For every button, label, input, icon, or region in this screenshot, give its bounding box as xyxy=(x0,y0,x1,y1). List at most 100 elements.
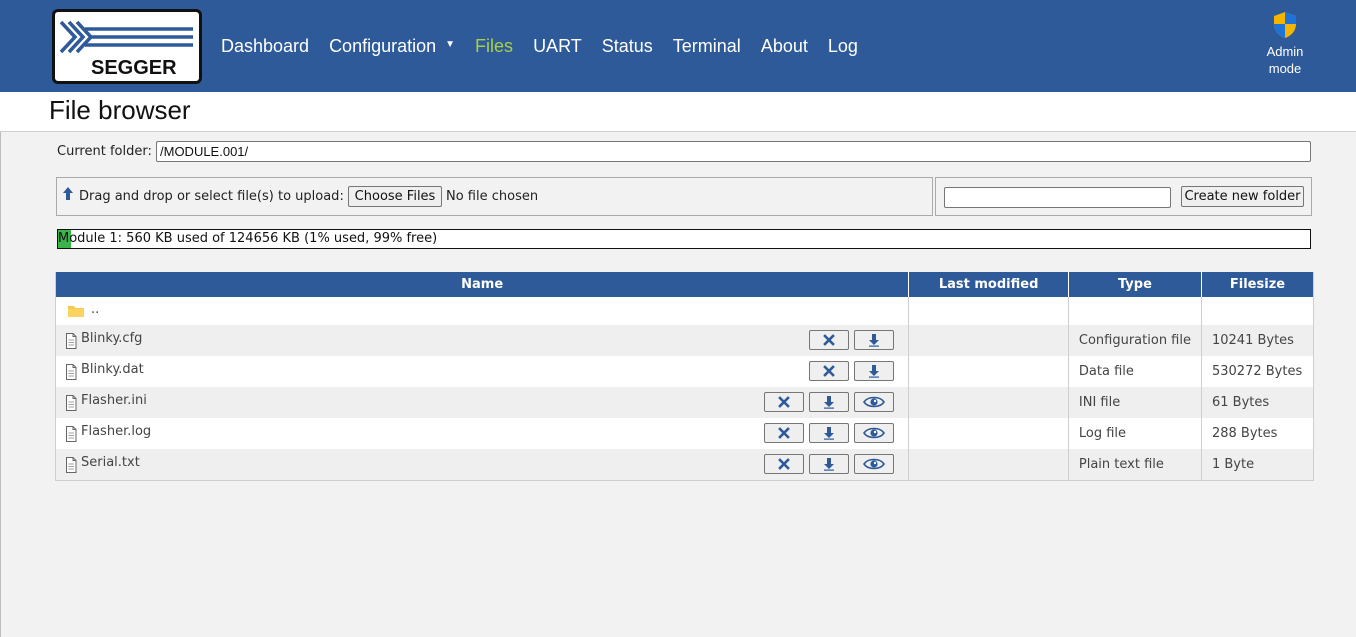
admin-mode-indicator[interactable]: Admin mode xyxy=(1258,11,1312,77)
cell-size: 10241 Bytes xyxy=(1200,325,1314,356)
admin-label-line2: mode xyxy=(1268,61,1302,76)
main-nav: Dashboard Configuration ▼ Files UART Stat… xyxy=(211,33,868,59)
cell-size: 61 Bytes xyxy=(1200,387,1314,418)
cell-modified xyxy=(908,418,1069,449)
cell-size: 288 Bytes xyxy=(1200,418,1314,449)
file-row[interactable]: Flasher.ini INI file 61 Bytes xyxy=(55,387,1314,418)
delete-x-icon xyxy=(778,396,791,408)
column-header-last-modified[interactable]: Last modified xyxy=(908,272,1069,297)
download-button[interactable] xyxy=(854,330,895,350)
file-icon xyxy=(65,395,77,415)
cell-type: Plain text file xyxy=(1067,449,1202,481)
view-button[interactable] xyxy=(854,392,895,412)
cell-type: Data file xyxy=(1067,356,1202,387)
logo-text: SEGGER xyxy=(91,57,177,79)
file-actions xyxy=(759,392,895,412)
current-folder-label: Current folder: xyxy=(57,144,152,159)
file-actions xyxy=(804,361,895,381)
file-name[interactable]: Blinky.cfg xyxy=(81,331,142,346)
cell-modified xyxy=(908,387,1069,418)
file-name[interactable]: Flasher.log xyxy=(81,424,151,439)
new-folder-name-input[interactable] xyxy=(944,187,1171,208)
cell-modified xyxy=(908,325,1069,356)
delete-button[interactable] xyxy=(764,392,805,412)
cell-modified xyxy=(908,297,1069,325)
download-arrow-icon xyxy=(823,457,835,471)
top-navbar: SEGGER Dashboard Configuration ▼ Files UA… xyxy=(0,0,1356,92)
download-button[interactable] xyxy=(809,423,850,443)
nav-configuration-label: Configuration xyxy=(329,35,437,56)
cell-type: Configuration file xyxy=(1067,325,1202,356)
cell-type: Log file xyxy=(1067,418,1202,449)
folder-icon xyxy=(68,306,84,317)
current-folder-field[interactable]: /MODULE.001/ xyxy=(156,141,1311,162)
cell-modified xyxy=(908,356,1069,387)
delete-x-icon xyxy=(778,458,791,470)
file-table: Name Last modified Type Filesize .. Blin… xyxy=(55,272,1314,481)
view-button[interactable] xyxy=(854,454,895,474)
eye-icon xyxy=(863,426,886,440)
file-actions xyxy=(804,330,895,350)
page-title: File browser xyxy=(49,95,191,125)
delete-x-icon xyxy=(823,334,836,346)
nav-about[interactable]: About xyxy=(761,36,808,57)
column-header-type[interactable]: Type xyxy=(1067,272,1202,297)
file-icon xyxy=(65,426,77,446)
eye-icon xyxy=(863,395,886,409)
cell-type xyxy=(1067,297,1202,325)
download-arrow-icon xyxy=(868,333,880,347)
page-left-border xyxy=(0,132,1,637)
file-actions xyxy=(759,423,895,443)
delete-button[interactable] xyxy=(764,423,805,443)
nav-uart[interactable]: UART xyxy=(533,36,582,57)
upload-arrow-icon xyxy=(63,187,73,200)
file-icon xyxy=(65,457,77,477)
nav-dashboard[interactable]: Dashboard xyxy=(221,36,309,57)
cell-modified xyxy=(908,449,1069,481)
column-header-name[interactable]: Name xyxy=(55,272,909,297)
page-title-bar: File browser xyxy=(0,92,1356,132)
nav-log[interactable]: Log xyxy=(828,36,858,57)
view-button[interactable] xyxy=(854,423,895,443)
storage-usage-bar: Module 1: 560 KB used of 124656 KB (1% u… xyxy=(57,229,1311,249)
nav-terminal[interactable]: Terminal xyxy=(673,36,741,57)
delete-button[interactable] xyxy=(809,361,850,381)
file-row[interactable]: Serial.txt Plain text file 1 Byte xyxy=(55,449,1314,481)
cell-size: 1 Byte xyxy=(1200,449,1314,481)
download-arrow-icon xyxy=(823,395,835,409)
file-row[interactable]: Blinky.dat Data file 530272 Bytes xyxy=(55,356,1314,387)
file-name[interactable]: Blinky.dat xyxy=(81,362,144,377)
upload-dropzone[interactable]: Drag and drop or select file(s) to uploa… xyxy=(56,177,933,216)
delete-x-icon xyxy=(778,427,791,439)
admin-label-line1: Admin xyxy=(1266,44,1304,59)
nav-configuration[interactable]: Configuration ▼ xyxy=(329,36,455,57)
parent-folder-row[interactable]: .. xyxy=(55,297,1314,325)
delete-button[interactable] xyxy=(809,330,850,350)
nav-status[interactable]: Status xyxy=(602,36,653,57)
caret-down-icon: ▼ xyxy=(445,39,456,51)
nav-files[interactable]: Files xyxy=(475,36,513,57)
download-arrow-icon xyxy=(868,364,880,378)
file-name[interactable]: Serial.txt xyxy=(81,455,140,470)
parent-folder-link[interactable]: .. xyxy=(91,302,99,317)
download-button[interactable] xyxy=(854,361,895,381)
choose-files-button[interactable]: Choose Files xyxy=(348,186,442,207)
delete-button[interactable] xyxy=(764,454,805,474)
segger-logo[interactable]: SEGGER xyxy=(52,9,202,84)
download-arrow-icon xyxy=(823,426,835,440)
file-name[interactable]: Flasher.ini xyxy=(81,393,147,408)
shield-icon xyxy=(1274,12,1296,38)
file-row[interactable]: Blinky.cfg Configuration file 10241 Bytes xyxy=(55,325,1314,356)
upload-label: Drag and drop or select file(s) to uploa… xyxy=(79,189,344,204)
file-actions xyxy=(759,454,895,474)
column-header-filesize[interactable]: Filesize xyxy=(1200,272,1314,297)
eye-icon xyxy=(863,457,886,471)
new-folder-panel: Create new folder xyxy=(935,177,1312,216)
download-button[interactable] xyxy=(809,392,850,412)
file-row[interactable]: Flasher.log Log file 288 Bytes xyxy=(55,418,1314,449)
create-new-folder-button[interactable]: Create new folder xyxy=(1181,186,1304,207)
no-file-chosen-text: No file chosen xyxy=(446,189,539,204)
download-button[interactable] xyxy=(809,454,850,474)
cell-size xyxy=(1200,297,1314,325)
cell-type: INI file xyxy=(1067,387,1202,418)
